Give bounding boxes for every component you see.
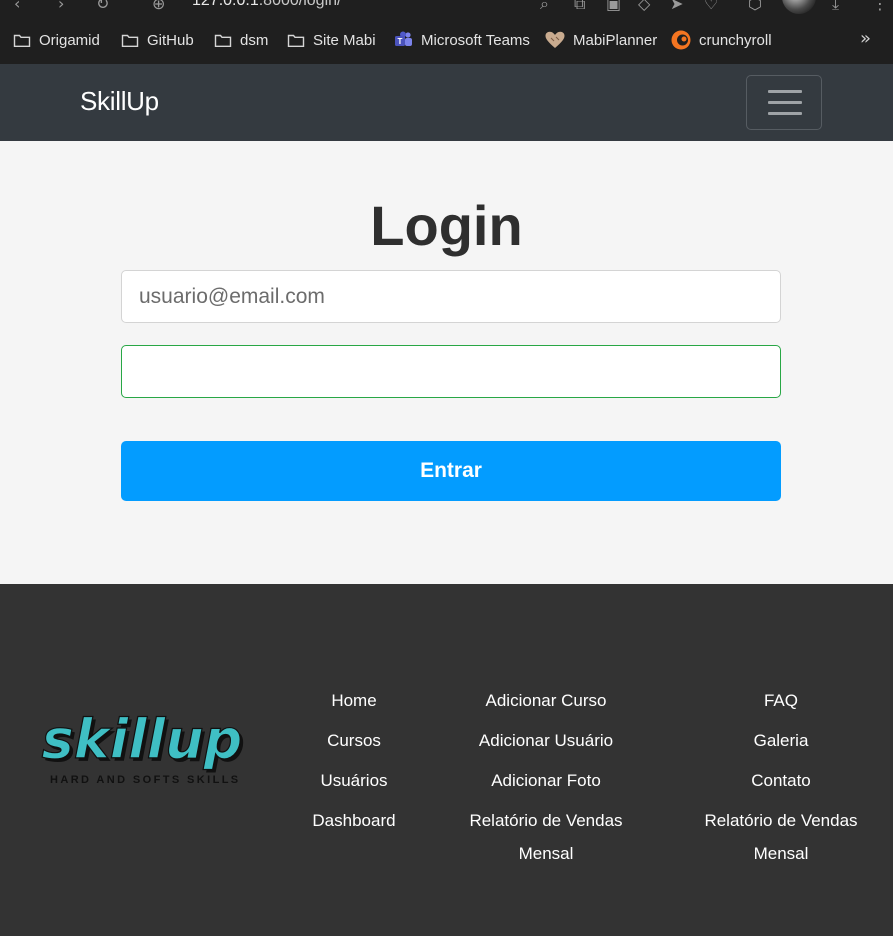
bookmark-mabiplanner[interactable]: MabiPlanner xyxy=(545,30,657,50)
download-icon[interactable]: ⤓ xyxy=(832,0,839,14)
footer-link-contato[interactable]: Contato xyxy=(681,764,881,797)
footer-link-cursos[interactable]: Cursos xyxy=(294,724,414,757)
bookmark-origamid[interactable]: Origamid xyxy=(13,30,100,50)
hamburger-icon xyxy=(768,101,802,104)
send-icon[interactable]: ➤ xyxy=(670,0,683,13)
teams-icon: T xyxy=(395,31,412,46)
bookmark-label: Origamid xyxy=(39,31,100,49)
navbar-brand[interactable]: SkillUp xyxy=(80,86,159,117)
password-input[interactable] xyxy=(121,345,781,398)
folder-icon xyxy=(287,34,305,47)
bookmark-crunchyroll[interactable]: crunchyroll xyxy=(671,30,772,50)
footer-link-adicionar-usuario[interactable]: Adicionar Usuário xyxy=(446,724,646,757)
url-host: 127.0.0.1 xyxy=(192,0,259,9)
footer-link-dashboard[interactable]: Dashboard xyxy=(294,804,414,837)
bookmark-dsm[interactable]: dsm xyxy=(214,30,268,50)
footer-column-main: Home Cursos Usuários Dashboard xyxy=(294,684,414,844)
logo-wordmark: skillup xyxy=(42,708,243,771)
menu-icon[interactable]: ⋮ xyxy=(872,0,888,13)
forward-icon[interactable]: › xyxy=(58,0,64,13)
bookmark-label: MabiPlanner xyxy=(573,31,658,49)
footer-link-galeria[interactable]: Galeria xyxy=(681,724,881,757)
bookmark-label: dsm xyxy=(240,31,269,49)
folder-icon xyxy=(121,34,139,47)
bookmarks-overflow-icon[interactable]: » xyxy=(860,28,871,49)
bookmark-site-mabi[interactable]: Site Mabi xyxy=(287,30,376,50)
footer-link-home[interactable]: Home xyxy=(294,684,414,717)
hamburger-icon xyxy=(768,112,802,115)
bookmark-label: crunchyroll xyxy=(699,31,772,49)
site-footer: skillup skillup HARD AND SOFTS SKILLS Ho… xyxy=(0,584,893,936)
folder-icon xyxy=(214,34,232,47)
footer-link-faq[interactable]: FAQ xyxy=(681,684,881,717)
bookmark-label: Site Mabi xyxy=(313,31,376,49)
site-info-icon[interactable]: ⊕ xyxy=(152,0,165,13)
install-icon[interactable]: ⧉ xyxy=(574,0,585,14)
footer-link-adicionar-foto[interactable]: Adicionar Foto xyxy=(446,764,646,797)
page-title: Login xyxy=(370,194,523,257)
bookmarks-bar: Origamid GitHub dsm Site Mabi T Microsof… xyxy=(0,20,893,64)
footer-column-info: FAQ Galeria Contato Relatório de Vendas … xyxy=(681,684,881,877)
hamburger-icon xyxy=(768,90,802,93)
extension-icon[interactable]: ◇ xyxy=(638,0,650,13)
url-path: :8000/login/ xyxy=(258,0,342,9)
svg-text:T: T xyxy=(398,37,403,46)
email-input[interactable] xyxy=(121,270,781,323)
bookmark-label: GitHub xyxy=(147,31,194,49)
bookmark-microsoft-teams[interactable]: T Microsoft Teams xyxy=(394,30,530,50)
reload-icon[interactable]: ↻ xyxy=(96,0,109,13)
login-section: Login Entrar xyxy=(0,141,893,584)
crunchyroll-icon xyxy=(671,30,691,50)
favorite-icon[interactable]: ♡ xyxy=(704,0,718,13)
footer-link-adicionar-curso[interactable]: Adicionar Curso xyxy=(446,684,646,717)
extensions-icon[interactable]: ⬡ xyxy=(748,0,762,13)
browser-toolbar: ‹ › ↻ ⊕ 127.0.0.1:8000/login/ ⌕ ⧉ ▣ ◇ ➤ … xyxy=(0,0,893,20)
back-icon[interactable]: ‹ xyxy=(14,0,20,13)
search-icon[interactable]: ⌕ xyxy=(540,0,549,14)
screenshot-icon[interactable]: ▣ xyxy=(606,0,621,13)
profile-avatar[interactable] xyxy=(782,0,816,14)
folder-icon xyxy=(13,34,31,47)
footer-column-admin: Adicionar Curso Adicionar Usuário Adicio… xyxy=(446,684,646,877)
login-submit-button[interactable]: Entrar xyxy=(121,441,781,501)
footer-link-relatorio-vendas[interactable]: Relatório de Vendas Mensal xyxy=(446,804,646,870)
navbar-toggler-button[interactable] xyxy=(746,75,822,130)
heart-icon xyxy=(545,31,565,48)
bookmark-github[interactable]: GitHub xyxy=(121,30,194,50)
logo-tagline: HARD AND SOFTS SKILLS xyxy=(50,774,241,786)
footer-link-relatorio-vendas-2[interactable]: Relatório de Vendas Mensal xyxy=(681,804,881,870)
site-navbar: SkillUp xyxy=(0,64,893,141)
footer-link-usuarios[interactable]: Usuários xyxy=(294,764,414,797)
bookmark-label: Microsoft Teams xyxy=(421,31,530,49)
address-bar[interactable]: 127.0.0.1:8000/login/ xyxy=(192,0,341,10)
